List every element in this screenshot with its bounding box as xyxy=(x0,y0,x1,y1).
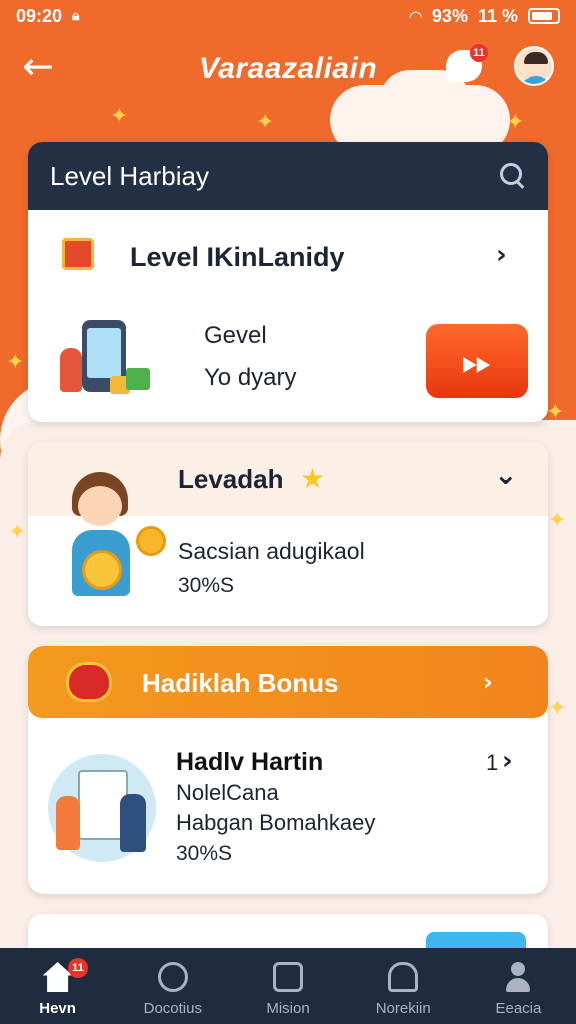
chevron-down-icon[interactable]: ⌄ xyxy=(494,458,517,491)
lock-icon: 🔒︎ xyxy=(72,8,80,24)
user-icon xyxy=(503,962,533,992)
nav-label-mission: Mision xyxy=(266,1000,310,1017)
sparkle-icon: ✦ xyxy=(506,110,525,135)
level-text-1: Gevel xyxy=(204,322,267,349)
status-time: 09:20 xyxy=(16,5,63,26)
bottom-nav: Hevn 11 Docotius Mision Norekiin Eeacia xyxy=(0,948,576,1024)
wifi-icon: ◠ xyxy=(409,6,422,26)
chat-badge: 11 xyxy=(470,44,488,62)
sparkle-icon: ✦ xyxy=(6,350,25,375)
nav-item-mission[interactable]: Mision xyxy=(230,948,345,1024)
bonus-title: Hadiklah Bonus xyxy=(142,668,339,698)
bonus-item-percent: 30%S xyxy=(176,842,233,865)
nav-item-notifications[interactable]: Norekiin xyxy=(346,948,461,1024)
leaderboard-percent: 30%S xyxy=(178,574,235,597)
leaderboard-card: Levadah ★ ⌄ Sacsian adugikaol 30%S xyxy=(28,442,548,626)
bonus-item-count: 1 xyxy=(486,750,499,775)
level-row[interactable]: Level IKinLanidy › xyxy=(28,210,548,300)
signal-percent: 11 % xyxy=(477,5,518,26)
bonus-card-header[interactable]: Hadiklah Bonus › xyxy=(28,646,548,718)
bell-icon xyxy=(388,962,419,992)
nav-label-search: Docotius xyxy=(143,1000,202,1017)
sparkle-icon: ✦ xyxy=(8,520,27,545)
status-bar: 09:20 🔒︎ ◠ 93% 11 % xyxy=(0,0,576,32)
nav-item-search[interactable]: Docotius xyxy=(115,948,230,1024)
gift-box-icon xyxy=(62,238,94,270)
bonus-item-text-2: Habgan Bomahkaey xyxy=(176,810,376,835)
play-button[interactable]: ⏩︎ xyxy=(426,324,528,398)
nav-label-notifications: Norekiin xyxy=(375,1000,431,1017)
sparkle-icon: ✦ xyxy=(110,104,129,129)
avatar[interactable] xyxy=(514,46,554,86)
leaderboard-title: Levadah xyxy=(178,464,284,494)
fast-forward-icon: ⏩︎ xyxy=(461,338,493,383)
chevron-right-icon[interactable]: › xyxy=(502,746,513,776)
leaderboard-text: Sacsian adugikaol xyxy=(178,538,365,564)
sparkle-icon: ✦ xyxy=(548,696,567,721)
battery-percent: 93% xyxy=(431,5,468,26)
sparkle-icon: ✦ xyxy=(546,400,565,425)
bonus-item-title: Hadlv Hartin xyxy=(176,748,324,776)
money-pouch-icon xyxy=(66,662,112,702)
bonus-card: Hadiklah Bonus › Hadlv Hartin NolelCana … xyxy=(28,646,548,894)
mission-icon xyxy=(273,962,303,992)
star-icon: ★ xyxy=(300,462,326,495)
app-bar: ← Varaazaliain 11 xyxy=(0,38,576,98)
phone-illustration xyxy=(56,302,156,402)
sparkle-icon: ✦ xyxy=(548,508,567,533)
kiosk-illustration xyxy=(48,750,158,868)
page-title: Varaazaliain xyxy=(198,52,378,85)
level-card-title: Level Harbiay xyxy=(50,160,209,191)
sparkle-icon: ✦ xyxy=(256,110,275,135)
girl-coin-illustration xyxy=(46,468,166,600)
chevron-right-icon: › xyxy=(483,668,493,696)
level-row-label: Level IKinLanidy xyxy=(130,242,345,272)
battery-icon xyxy=(528,8,560,24)
level-card: Level Harbiay Level IKinLanidy › Gevel Y… xyxy=(28,142,548,422)
nav-label-home: Hevn xyxy=(39,1000,76,1017)
search-icon xyxy=(157,962,188,992)
level-text-2: Yo dyary xyxy=(204,364,297,391)
level-card-header: Level Harbiay xyxy=(28,142,548,210)
search-icon[interactable] xyxy=(500,163,526,189)
nav-badge: 11 xyxy=(68,958,88,978)
chevron-right-icon: › xyxy=(496,240,507,270)
nav-label-profile: Eeacia xyxy=(495,1000,542,1017)
nav-item-home[interactable]: Hevn 11 xyxy=(0,948,115,1024)
nav-item-profile[interactable]: Eeacia xyxy=(461,948,576,1024)
bonus-item-text-1: NolelCana xyxy=(176,780,279,805)
